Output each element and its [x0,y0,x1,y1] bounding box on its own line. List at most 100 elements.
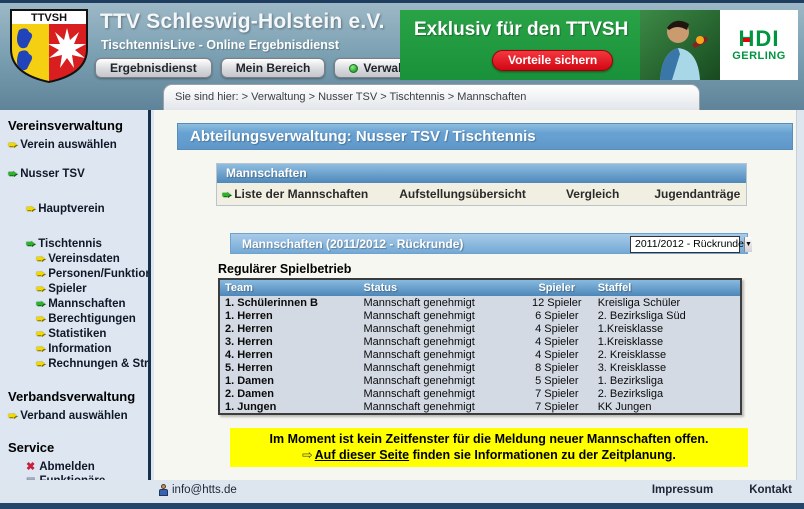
cell-staffel: 3. Kreisklasse [593,361,741,374]
cell-staffel: 2. Kreisklasse [593,348,741,361]
hollow-arrow-icon: ⇨ [302,448,312,462]
cell-status: Mannschaft genehmigt [358,296,520,309]
sidebar-item-mannschaften[interactable]: ➨Mannschaften [36,297,148,310]
chevron-down-icon[interactable]: ▼ [744,237,752,252]
sidebar-item-label: Nusser TSV [20,168,85,180]
cell-team: 4. Herren [219,348,358,361]
sidebar-item-hauptverein[interactable]: ➨Hauptverein [26,202,148,215]
sidebar-item-label: Verein auswählen [20,139,117,151]
ttvsh-crest-logo: TTVSH [7,8,91,84]
page-title: TTV Schleswig-Holstein e.V. [100,10,385,34]
sidebar-item-tischtennis[interactable]: ➨Tischtennis [26,237,148,250]
ad-cta-button[interactable]: Vorteile sichern [492,50,613,71]
main-nav: Ergebnisdienst Mein Bereich Verwaltung [95,58,442,78]
nav-button-mein-bereich[interactable]: Mein Bereich [221,58,326,78]
yellow-arrow-icon: ➨ [26,202,35,215]
sidebar-item-abmelden[interactable]: ✖Abmelden [26,460,148,473]
hdi-gerling-logo: HDI GERLING [720,10,798,80]
cell-status: Mannschaft genehmigt [358,335,520,348]
cell-status: Mannschaft genehmigt [358,374,520,387]
hdi-logo-text: HDI [739,28,780,50]
footer-link-kontakt[interactable]: Kontakt [749,484,792,496]
cell-status: Mannschaft genehmigt [358,361,520,374]
cell-spieler: 4 Spieler [521,335,593,348]
mannschaften-menu: ➨Liste der Mannschaften Aufstellungsüber… [217,183,746,205]
sidebar-item-label: Information [48,343,111,355]
footer-email-label: info@htts.de [172,484,237,496]
ad-banner-green-area: Exklusiv für den TTVSH Vorteile sichern [400,10,640,80]
sidebar-item-label: Hauptverein [38,203,104,215]
season-select-value: 2011/2012 - Rückrunde [631,237,744,252]
menu-item-jugendantraege[interactable]: Jugendanträge [654,187,740,201]
sidebar-item-personen-funktionaere[interactable]: ➨Personen/Funktionäre [36,267,148,280]
footer: info@htts.de Impressum Kontakt [0,480,804,503]
cell-spieler: 4 Spieler [521,322,593,335]
teams-table: Team Status Spieler Staffel 1. Schülerin… [218,278,742,415]
red-cross-icon: ✖ [26,461,35,473]
nav-button-label: Ergebnisdienst [110,61,197,75]
notice-line1: Im Moment ist kein Zeitfenster für die M… [230,431,748,447]
sidebar-item-nusser-tsv[interactable]: ➨Nusser TSV [8,167,148,180]
notice-line2-rest: finden sie Informationen zu der Zeitplan… [409,448,676,462]
column-header-spieler: Spieler [521,279,593,296]
footer-email-link[interactable]: info@htts.de [158,484,237,496]
table-tennis-player-photo [640,10,720,80]
season-header-bar: Mannschaften (2011/2012 - Rückrunde) 201… [230,233,748,254]
gerling-logo-text: GERLING [732,50,786,62]
sidebar-item-label: Berechtigungen [48,313,136,325]
sidebar-item-verein-auswaehlen[interactable]: ➨Verein auswählen [8,138,148,151]
season-select[interactable]: 2011/2012 - Rückrunde ▼ [630,236,740,253]
sidebar: Vereinsverwaltung ➨Verein auswählen ➨Nus… [0,110,151,480]
cell-staffel: 2. Bezirksliga [593,387,741,400]
sidebar-item-statistiken[interactable]: ➨Statistiken [36,327,148,340]
notice-box: Im Moment ist kein Zeitfenster für die M… [230,428,748,467]
table-row: 2. DamenMannschaft genehmigt7 Spieler2. … [219,387,741,400]
menu-item-label: Liste der Mannschaften [234,187,368,201]
sidebar-item-verband-auswaehlen[interactable]: ➨Verband auswählen [8,409,148,422]
notice-line2: ⇨Auf dieser Seite finden sie Information… [230,447,748,463]
main-area: Vereinsverwaltung ➨Verein auswählen ➨Nus… [0,110,804,503]
sidebar-item-label: Personen/Funktionäre [48,268,151,280]
yellow-arrow-icon: ➨ [36,252,45,265]
cell-staffel: KK Jungen [593,400,741,414]
cell-spieler: 7 Spieler [521,400,593,414]
menu-item-vergleich[interactable]: Vergleich [566,187,619,201]
sidebar-item-label: Tischtennis [38,238,102,250]
sidebar-item-information[interactable]: ➨Information [36,342,148,355]
sidebar-item-berechtigungen[interactable]: ➨Berechtigungen [36,312,148,325]
green-arrow-icon: ➨ [8,167,17,180]
sidebar-section-verbandsverwaltung: Verbandsverwaltung [8,389,148,404]
footer-link-impressum[interactable]: Impressum [652,484,713,496]
table-row: 1. HerrenMannschaft genehmigt6 Spieler2.… [219,309,741,322]
sidebar-item-spieler[interactable]: ➨Spieler [36,282,148,295]
cell-status: Mannschaft genehmigt [358,309,520,322]
nav-button-ergebnisdienst[interactable]: Ergebnisdienst [95,58,212,78]
cell-staffel: Kreisliga Schüler [593,296,741,309]
breadcrumb[interactable]: Sie sind hier: > Verwaltung > Nusser TSV… [163,84,700,110]
sidebar-item-vereinsdaten[interactable]: ➨Vereinsdaten [36,252,148,265]
column-header-staffel: Staffel [593,279,741,296]
table-row: 5. HerrenMannschaft genehmigt8 Spieler3.… [219,361,741,374]
cell-staffel: 1.Kreisklasse [593,322,741,335]
cell-team: 2. Herren [219,322,358,335]
cell-team: 2. Damen [219,387,358,400]
table-header-row: Team Status Spieler Staffel [219,279,741,296]
menu-item-liste-der-mannschaften[interactable]: ➨Liste der Mannschaften [222,187,368,201]
yellow-arrow-icon: ➨ [8,409,17,422]
cell-staffel: 1.Kreisklasse [593,335,741,348]
cell-team: 5. Herren [219,361,358,374]
notice-link-auf-dieser-seite[interactable]: Auf dieser Seite [315,448,409,462]
ad-headline: Exklusiv für den TTVSH [414,19,628,41]
active-green-dot-icon [349,64,358,73]
sidebar-item-rechnungen-strafen[interactable]: ➨Rechnungen & Strafen [36,357,148,370]
sidebar-section-service: Service [8,440,148,455]
sponsor-ad-banner[interactable]: Exklusiv für den TTVSH Vorteile sichern … [400,10,798,80]
sidebar-item-label: Mannschaften [48,298,125,310]
sidebar-item-label: Rechnungen & Strafen [48,358,151,370]
column-header-status: Status [358,279,520,296]
green-arrow-icon: ➨ [26,237,35,250]
cell-team: 3. Herren [219,335,358,348]
menu-item-aufstellungsuebersicht[interactable]: Aufstellungsübersicht [399,187,526,201]
user-icon [158,484,168,496]
yellow-arrow-icon: ➨ [8,138,17,151]
